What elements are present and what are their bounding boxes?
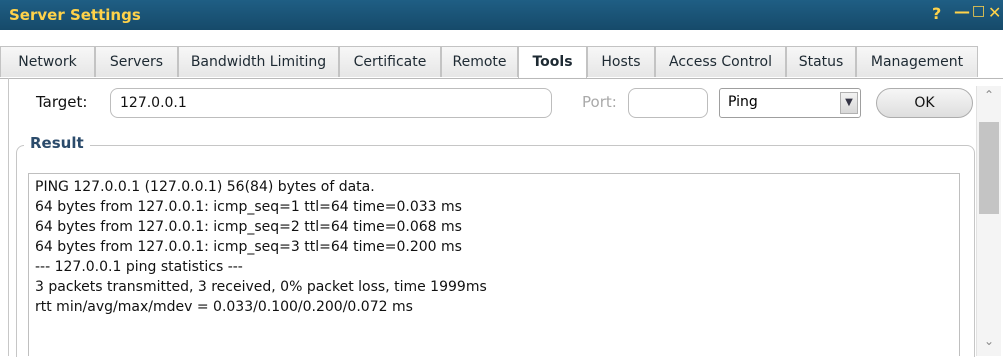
result-line: 3 packets transmitted, 3 received, 0% pa… <box>35 279 487 295</box>
result-line: 64 bytes from 127.0.0.1: icmp_seq=2 ttl=… <box>35 219 462 235</box>
scroll-up-icon[interactable]: ⌃ <box>981 88 997 102</box>
tab-hosts[interactable]: Hosts <box>587 46 655 77</box>
tab-status[interactable]: Status <box>786 46 856 77</box>
tab-tools[interactable]: Tools <box>518 46 587 78</box>
server-settings-window: Server Settings ? — □ ✕ Network Servers … <box>0 0 1003 357</box>
minimize-icon[interactable]: — <box>954 2 970 21</box>
tab-certificate[interactable]: Certificate <box>339 46 441 77</box>
ok-button[interactable]: OK <box>876 88 973 118</box>
chevron-down-icon[interactable]: ▼ <box>840 92 858 114</box>
result-line: rtt min/avg/max/mdev = 0.033/0.100/0.200… <box>35 299 413 315</box>
result-line: 64 bytes from 127.0.0.1: icmp_seq=3 ttl=… <box>35 239 462 255</box>
scrollbar-thumb[interactable] <box>979 122 999 214</box>
tab-bar: Network Servers Bandwidth Limiting Certi… <box>0 46 1003 79</box>
help-icon[interactable]: ? <box>932 4 941 23</box>
result-output[interactable]: PING 127.0.0.1 (127.0.0.1) 56(84) bytes … <box>28 173 960 356</box>
scroll-down-icon[interactable]: ⌄ <box>981 334 997 348</box>
close-icon[interactable]: ✕ <box>988 3 1001 22</box>
result-line: --- 127.0.0.1 ping statistics --- <box>35 259 243 275</box>
target-label: Target: <box>36 93 88 111</box>
tab-management[interactable]: Management <box>856 46 978 77</box>
title-bar[interactable]: Server Settings ? — □ ✕ <box>0 0 1003 30</box>
result-line: 64 bytes from 127.0.0.1: icmp_seq=1 ttl=… <box>35 199 462 215</box>
vertical-scrollbar[interactable]: ⌃ ⌄ <box>976 86 1001 356</box>
tab-network[interactable]: Network <box>0 46 95 77</box>
window-title: Server Settings <box>9 6 141 24</box>
target-input[interactable] <box>110 88 552 118</box>
tab-servers[interactable]: Servers <box>95 46 178 77</box>
port-label: Port: <box>582 93 617 111</box>
tab-remote[interactable]: Remote <box>441 46 518 77</box>
result-line: PING 127.0.0.1 (127.0.0.1) 56(84) bytes … <box>35 179 375 195</box>
tab-bandwidth-limiting[interactable]: Bandwidth Limiting <box>178 46 339 77</box>
port-input[interactable] <box>628 88 708 118</box>
result-legend: Result <box>24 134 90 152</box>
tab-access-control[interactable]: Access Control <box>655 46 786 77</box>
maximize-icon[interactable]: □ <box>972 3 985 19</box>
tool-select[interactable]: Ping ▼ <box>719 88 861 118</box>
tool-select-value: Ping <box>728 94 758 110</box>
